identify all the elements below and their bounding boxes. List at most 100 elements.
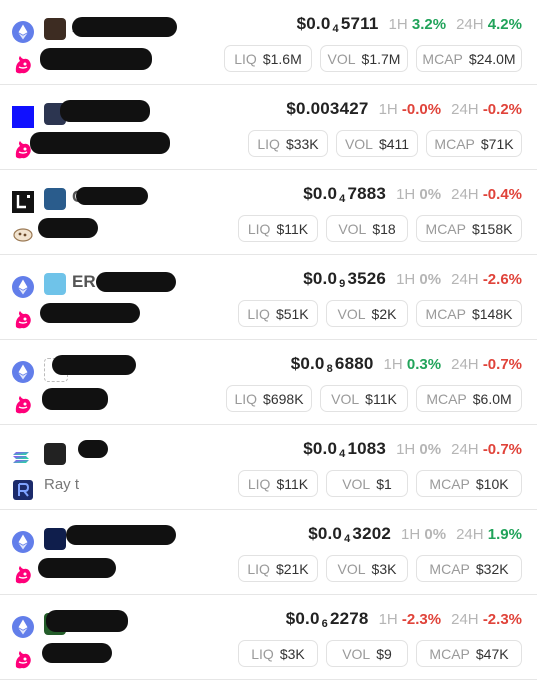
change-24h: 24H -2.3% (451, 611, 522, 628)
token-logo-icon (44, 273, 66, 295)
ethereum-icon (12, 276, 34, 298)
redaction-mark (52, 355, 136, 375)
market-cap-badge: MCAP $47K (416, 640, 522, 667)
token-price: $0.0 4 7883 (303, 184, 387, 205)
redaction-mark (72, 17, 177, 37)
market-cap-badge: MCAP $10K (416, 470, 522, 497)
volume-badge: VOL $9 (326, 640, 408, 667)
pair-row[interactable]: $0.0 6 2278 1H -2.3% 24H -2.3% LIQ $3K VOL $… (0, 595, 537, 680)
pair-row[interactable]: $0.0 8 6880 1H 0.3% 24H -0.7% LIQ $698K VOL… (0, 340, 537, 425)
price-line: $0.0 4 3202 1H 0% 24H 1.9% (308, 524, 522, 545)
token-name: ER (72, 272, 96, 291)
market-cap-badge: MCAP $6.0M (416, 385, 522, 412)
volume-badge: VOL $411 (336, 130, 418, 157)
volume-badge: VOL $1 (326, 470, 408, 497)
redaction-mark (96, 272, 176, 292)
token-logo-icon (44, 18, 66, 40)
token-price: $0.0 8 6880 (290, 354, 374, 375)
pair-row[interactable]: ER M er $0.093526 1H 0% 24H -2.6% LIQ$51… (0, 255, 537, 340)
redaction-mark (42, 388, 108, 410)
market-cap-badge: MCAP $32K (416, 555, 522, 582)
stats-pills: LIQ $698K VOL $11K MCAP $6.0M (226, 385, 522, 412)
stats-pills: LIQ $51K VOL $2K MCAP $148K (238, 300, 522, 327)
stats-pills: LIQ $33K VOL $411 MCAP $71K (248, 130, 522, 157)
pair-row[interactable]: Ray t $0.0 4 1083 1H 0% 24H -0.7% LIQ $11K … (0, 425, 537, 510)
ethereum-icon (12, 616, 34, 638)
linea-icon (12, 191, 34, 213)
volume-badge: VOL $3K (326, 555, 408, 582)
token-price: $0.0 4 3202 (308, 524, 392, 545)
pair-row[interactable]: CROAK $0.047883 1H 0% 24H -0.4% LIQ$11K … (0, 170, 537, 255)
uniswap-icon (12, 394, 34, 416)
redaction-mark (78, 440, 108, 458)
liquidity-badge: LIQ $1.6M (224, 45, 312, 72)
token-price: $0.0 4 5711 (296, 14, 379, 35)
raydium-icon (12, 479, 34, 501)
token-logo-icon (44, 188, 66, 210)
price-line: $0.0 4 1083 1H 0% 24H -0.7% (303, 439, 522, 460)
liquidity-badge: LIQ $698K (226, 385, 312, 412)
pair-list: AST Ast $0.045711 1H 3.2% 24H 4.2% LIQ$1… (0, 0, 537, 680)
redaction-mark (42, 643, 112, 663)
stats-pills: LIQ $3K VOL $9 MCAP $47K (238, 640, 522, 667)
price-line: $0.0 8 6880 1H 0.3% 24H -0.7% (291, 354, 522, 375)
uniswap-icon (12, 54, 34, 76)
stats-pills: LIQ $21K VOL $3K MCAP $32K (238, 555, 522, 582)
ethereum-icon (12, 21, 34, 43)
pair-row[interactable]: M ⚡ (... $0.003427 1H -0.0% 24H -0.2% LI… (0, 85, 537, 170)
token-logo-icon (44, 443, 66, 465)
change-24h: 24H -0.2% (451, 101, 522, 118)
pair-row[interactable]: E $0.043202 1H 0% 24H 1.9% LIQ$21K VOL$3… (0, 510, 537, 595)
change-1h: 1H 3.2% (388, 16, 447, 33)
change-24h: 24H -0.4% (451, 186, 522, 203)
price-line: $0.0 6 2278 1H -2.3% 24H -2.3% (286, 609, 522, 630)
stats-pills: LIQ $11K VOL $1 MCAP $10K (238, 470, 522, 497)
change-24h: 24H 1.9% (456, 526, 522, 543)
redaction-mark (38, 218, 98, 238)
liquidity-badge: LIQ $3K (238, 640, 318, 667)
liquidity-badge: LIQ $21K (238, 555, 318, 582)
uniswap-icon (12, 649, 34, 671)
liquidity-badge: LIQ $33K (248, 130, 328, 157)
pair-name: Ray t (44, 476, 80, 493)
redaction-mark (76, 187, 148, 205)
stats-pills: LIQ $1.6M VOL $1.7M MCAP $24.0M (224, 45, 522, 72)
token-logo-icon (44, 528, 66, 550)
volume-badge: VOL $18 (326, 215, 408, 242)
change-24h: 24H 4.2% (456, 16, 522, 33)
redaction-mark (38, 558, 116, 578)
frog-icon (12, 224, 34, 246)
token-price: $0.003427 (286, 99, 369, 118)
redaction-mark (46, 610, 128, 632)
uniswap-icon (12, 564, 34, 586)
token-price: $0.0 4 1083 (303, 439, 387, 460)
redaction-mark (66, 525, 176, 545)
solana-icon (12, 446, 34, 468)
change-1h: 1H 0% (396, 441, 442, 458)
pair-row[interactable]: AST Ast $0.045711 1H 3.2% 24H 4.2% LIQ$1… (0, 0, 537, 85)
stats-pills: LIQ $11K VOL $18 MCAP $158K (238, 215, 522, 242)
price-line: $0.0 9 3526 1H 0% 24H -2.6% (303, 269, 522, 290)
price-line: $0.003427 1H -0.0% 24H -0.2% (286, 99, 522, 119)
change-1h: 1H 0.3% (383, 356, 442, 373)
market-cap-badge: MCAP $71K (426, 130, 522, 157)
volume-badge: VOL $11K (320, 385, 408, 412)
price-line: $0.0 4 5711 1H 3.2% 24H 4.2% (297, 14, 522, 35)
market-cap-badge: MCAP $24.0M (416, 45, 522, 72)
redaction-mark (40, 303, 140, 323)
ethereum-icon (12, 361, 34, 383)
token-price: $0.0 6 2278 (285, 609, 369, 630)
market-cap-badge: MCAP $148K (416, 300, 522, 327)
change-24h: 24H -2.6% (451, 271, 522, 288)
change-1h: 1H 0% (401, 526, 447, 543)
price-line: $0.0 4 7883 1H 0% 24H -0.4% (303, 184, 522, 205)
change-24h: 24H -0.7% (451, 356, 522, 373)
token-price: $0.0 9 3526 (303, 269, 387, 290)
change-1h: 1H -0.0% (378, 101, 442, 118)
change-1h: 1H 0% (396, 186, 442, 203)
change-24h: 24H -0.7% (451, 441, 522, 458)
change-1h: 1H -2.3% (378, 611, 442, 628)
liquidity-badge: LIQ $11K (238, 470, 318, 497)
uniswap-icon (12, 309, 34, 331)
redaction-mark (30, 132, 170, 154)
